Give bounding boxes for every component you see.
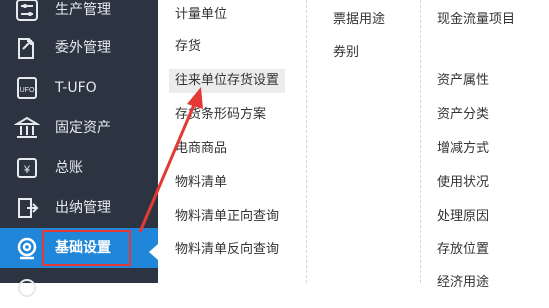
annotation-arrow	[138, 87, 203, 233]
